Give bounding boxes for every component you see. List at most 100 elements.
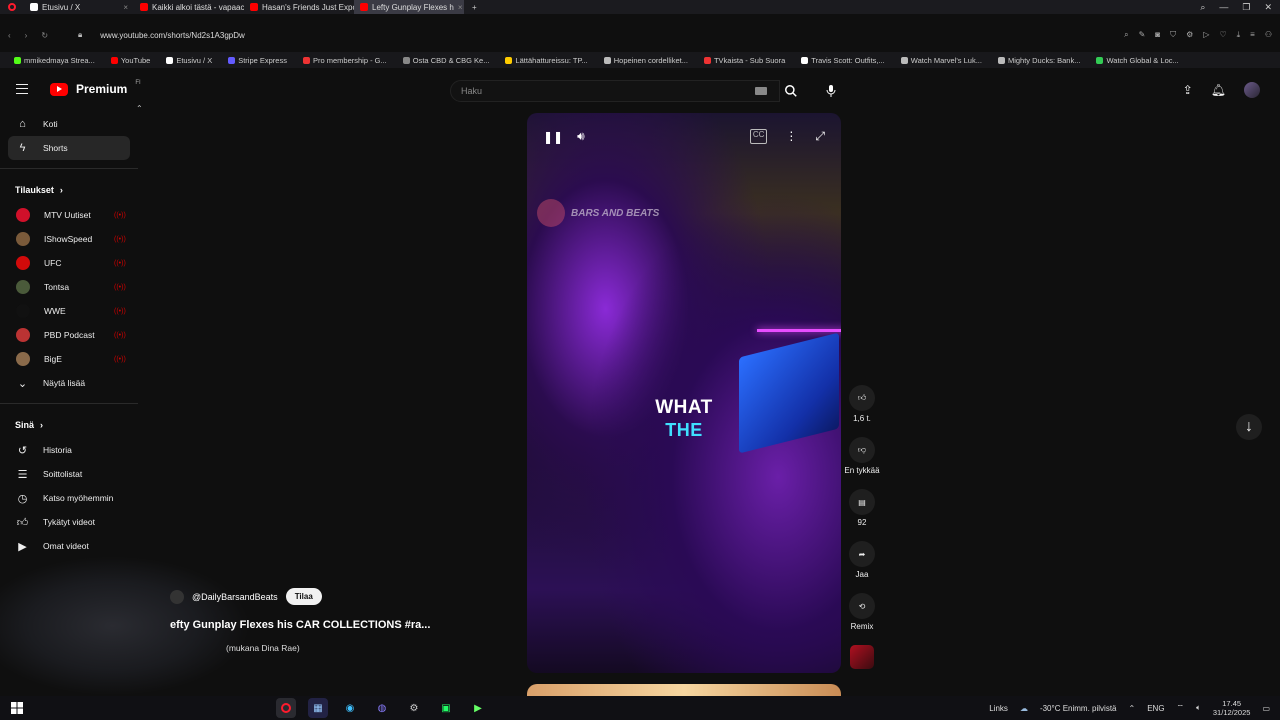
download-icon[interactable]: ⤓ — [1237, 30, 1241, 40]
share-button[interactable]: ➦ — [849, 541, 875, 567]
sidebar-item-koti[interactable]: ⌂ Koti — [0, 112, 140, 136]
windows-start-icon[interactable] — [8, 699, 26, 717]
links-toolbar[interactable]: Links — [989, 704, 1008, 713]
bookmark-item[interactable]: Pro membership - G... — [297, 56, 393, 65]
search-tabs-icon[interactable]: ⌕ — [1200, 2, 1205, 13]
play-app-taskbar-icon[interactable]: ▶ — [468, 698, 488, 718]
remix-button[interactable]: ⟲ — [849, 593, 875, 619]
bookmark-item[interactable]: YouTube — [105, 56, 156, 65]
subscription-item[interactable]: Tontsa ((•)) — [0, 275, 140, 299]
photoshop-taskbar-icon[interactable]: ▦ — [308, 698, 328, 718]
url-field[interactable]: www.youtube.com/shorts/Nd2s1A3gpDw — [100, 31, 245, 40]
volume-tray-icon[interactable]: 🔈︎ — [1196, 703, 1201, 713]
subscriptions-header[interactable]: Tilaukset › — [0, 177, 140, 203]
close-tab-icon[interactable]: × — [123, 3, 128, 12]
clock[interactable]: 17.45 31/12/2025 — [1213, 699, 1251, 717]
bookmark-item[interactable]: TVkaista - Sub Suora — [698, 56, 791, 65]
minimize-button[interactable]: — — [1219, 2, 1228, 12]
search-input[interactable]: Haku — [450, 80, 780, 102]
sidebar-item-you[interactable]: 👍︎ Tykätyt videot — [0, 510, 140, 534]
bookmark-item[interactable]: Osta CBD & CBG Ke... — [397, 56, 496, 65]
bookmark-item[interactable]: Watch Global & Loc... — [1090, 56, 1184, 65]
close-window-button[interactable]: ✕ — [1264, 2, 1272, 13]
close-tab-icon[interactable]: × — [458, 3, 463, 12]
weather-text[interactable]: -30°C Enimm. pilvistä — [1040, 704, 1117, 713]
music-credit[interactable]: (mukana Dina Rae) — [170, 643, 430, 653]
bookmark-item[interactable]: Mighty Ducks: Bank... — [992, 56, 1087, 65]
subscription-item[interactable]: PBD Podcast ((•)) — [0, 323, 140, 347]
notification-center-icon[interactable]: ▭ — [1262, 704, 1270, 713]
sidebar-item-you[interactable]: ☰ Soittolistat — [0, 462, 140, 486]
opera-logo-icon[interactable] — [0, 3, 24, 11]
you-header[interactable]: Sinä › — [0, 412, 140, 438]
subscription-item[interactable]: IShowSpeed ((•)) — [0, 227, 140, 251]
fullscreen-icon[interactable]: ⤢ — [815, 129, 825, 144]
subscription-item[interactable]: BigE ((•)) — [0, 347, 140, 371]
captions-icon[interactable]: CC — [749, 129, 768, 144]
youtube-logo-icon[interactable] — [50, 82, 68, 96]
sidebar-item-you[interactable]: ▶ Omat videot — [0, 534, 140, 558]
notifications-icon[interactable]: 🔔︎ — [1211, 83, 1226, 97]
bookmark-item[interactable]: Stripe Express — [222, 56, 293, 65]
subscription-item[interactable]: UFC ((•)) — [0, 251, 140, 275]
camera-icon[interactable]: ◙ — [1155, 30, 1160, 40]
subscribe-button[interactable]: Tilaa — [285, 588, 322, 605]
profile-icon[interactable]: ⚇ — [1265, 30, 1272, 40]
video-title[interactable]: efty Gunplay Flexes his CAR COLLECTIONS … — [170, 619, 430, 631]
bookmark-item[interactable]: Hopeinen cordelliket... — [598, 56, 694, 65]
brand-premium[interactable]: Premium — [76, 82, 127, 96]
browser-tab[interactable]: Kaikki alkoi tästä - vapaaс× — [134, 0, 244, 14]
bookmark-item[interactable]: Watch Marvel's Luk... — [895, 56, 988, 65]
edit-icon[interactable]: ✎ — [1139, 30, 1146, 40]
account-avatar[interactable] — [1244, 82, 1260, 98]
browser-tab[interactable]: Lefty Gunplay Flexes h × — [354, 0, 464, 14]
like-button[interactable]: 👍︎ — [849, 385, 875, 411]
menu-icon[interactable]: ≡ — [1250, 30, 1255, 40]
sidebar-item-you[interactable]: ◷ Katso myöhemmin — [0, 486, 140, 510]
lens-icon[interactable]: ⌕ — [1124, 30, 1128, 40]
forward-button[interactable]: › — [25, 31, 28, 40]
weather-icon[interactable]: ☁ — [1020, 704, 1028, 713]
language-indicator[interactable]: ENG — [1147, 704, 1164, 713]
bookmark-item[interactable]: Lättähattureissu: TP... — [499, 56, 593, 65]
bookmark-item[interactable]: mmikedmaya Strea... — [8, 56, 101, 65]
tray-chevron-icon[interactable]: ⌃ — [1129, 704, 1136, 713]
play-icon[interactable]: ▷ — [1203, 30, 1209, 40]
network-icon[interactable]: ⌔ — [1177, 703, 1185, 713]
upload-icon[interactable]: ⇪ — [1183, 83, 1193, 97]
comments-button[interactable]: ▤ — [849, 489, 875, 515]
volume-icon[interactable]: 🔊︎ — [577, 129, 585, 144]
sidebar-item-you[interactable]: ↺ Historia — [0, 438, 140, 462]
subscription-item[interactable]: MTV Uutiset ((•)) — [0, 203, 140, 227]
reload-button[interactable]: ↻ — [41, 31, 48, 40]
restore-button[interactable]: ❐ — [1242, 2, 1250, 13]
shorts-video-player[interactable]: ❚❚ 🔊︎ CC ⋮ ⤢ BARS AND BEATS WHAT THE — [527, 113, 841, 673]
channel-avatar[interactable] — [170, 589, 184, 604]
shield-icon[interactable]: ⛉ — [1170, 30, 1176, 40]
next-video-button[interactable]: ↓ — [1236, 414, 1262, 440]
new-tab-button[interactable]: + — [464, 3, 485, 12]
sound-thumbnail[interactable] — [850, 645, 874, 669]
settings-taskbar-icon[interactable]: ⚙ — [404, 698, 424, 718]
voice-search-button[interactable] — [820, 80, 842, 102]
edge-taskbar-icon[interactable]: ◉ — [340, 698, 360, 718]
channel-name[interactable]: @DailyBarsandBeats — [192, 592, 278, 602]
bookmark-item[interactable]: Etusivu / X — [160, 56, 218, 65]
menu-hamburger-icon[interactable] — [16, 84, 28, 94]
browser-tab[interactable]: Etusivu / X × — [24, 0, 134, 14]
keyboard-icon[interactable] — [755, 87, 767, 95]
discord-taskbar-icon[interactable]: ◍ — [372, 698, 392, 718]
browser-tab[interactable]: Hasan's Friends Just Expo× — [244, 0, 354, 14]
subscription-item[interactable]: WWE ((•)) — [0, 299, 140, 323]
heart-icon[interactable]: ♡ — [1219, 30, 1226, 40]
sidebar-item-shorts[interactable]: ϟ Shorts — [8, 136, 130, 160]
search-button[interactable] — [780, 80, 802, 102]
media-app-taskbar-icon[interactable]: ▣ — [436, 698, 456, 718]
back-button[interactable]: ‹ — [8, 31, 11, 40]
more-options-icon[interactable]: ⋮ — [785, 129, 797, 144]
pause-icon[interactable]: ❚❚ — [543, 130, 563, 144]
dislike-button[interactable]: 👎︎ — [848, 437, 875, 463]
show-more-button[interactable]: ⌄ Näytä lisää — [0, 371, 140, 395]
bookmark-item[interactable]: Travis Scott: Outfits,... — [795, 56, 891, 65]
opera-taskbar-icon[interactable] — [276, 698, 296, 718]
